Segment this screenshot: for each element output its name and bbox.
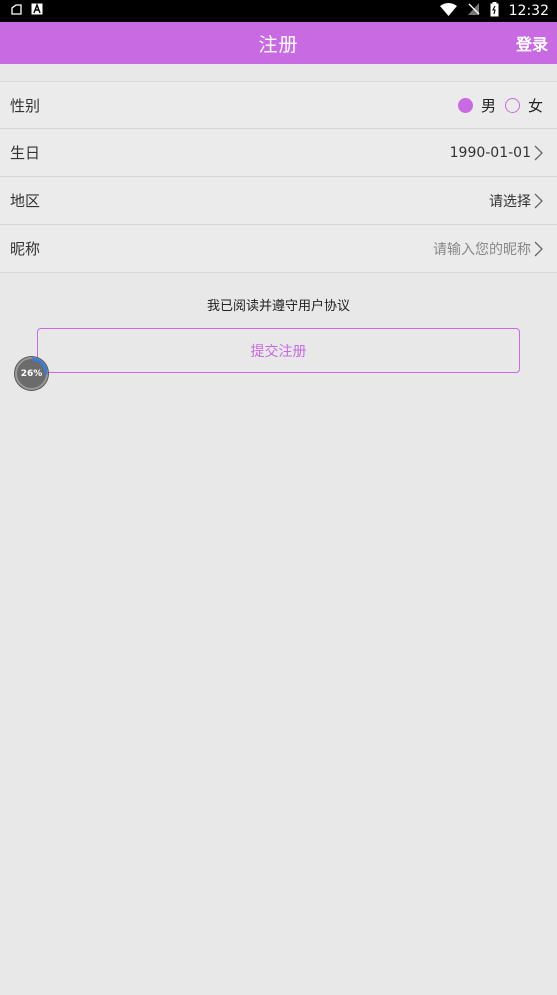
wifi-icon xyxy=(439,2,457,20)
birthday-value: 1990-01-01 xyxy=(449,144,531,161)
submit-register-button[interactable]: 提交注册 xyxy=(37,328,520,373)
birthday-label: 生日 xyxy=(10,144,41,162)
radio-male[interactable] xyxy=(457,97,473,113)
status-left xyxy=(10,3,43,20)
status-time: 12:32 xyxy=(508,3,549,19)
login-button[interactable]: 登录 xyxy=(516,22,548,64)
gender-label: 性别 xyxy=(10,96,41,115)
gender-female-label: 女 xyxy=(527,96,543,115)
radio-female[interactable] xyxy=(504,97,520,113)
nickname-label: 昵称 xyxy=(10,240,41,258)
gender-options: 男 女 xyxy=(457,95,543,116)
region-row[interactable]: 地区 请选择 xyxy=(0,177,557,225)
page-title: 注册 xyxy=(258,33,299,56)
no-sim-icon xyxy=(467,2,480,20)
app-bar: 注册 登录 xyxy=(0,22,557,64)
nickname-row[interactable]: 昵称 请输入您的昵称 xyxy=(0,225,557,273)
gender-male-label: 男 xyxy=(480,96,496,115)
gender-option-female[interactable]: 女 xyxy=(504,95,543,116)
agreement-link[interactable]: 我已阅读并遵守用户协议 xyxy=(0,295,557,314)
progress-badge[interactable]: 26% xyxy=(15,357,48,390)
notification-icon xyxy=(10,3,23,20)
nickname-value-wrap: 请输入您的昵称 xyxy=(433,239,543,259)
status-bar: 12:32 xyxy=(0,0,557,22)
battery-icon xyxy=(490,1,499,21)
region-value-wrap: 请选择 xyxy=(489,191,543,211)
register-form: 性别 男 女 生日 1990-01-01 地区 请选择 昵称 请输入您的昵称 xyxy=(0,81,557,273)
gender-option-male[interactable]: 男 xyxy=(457,95,496,116)
progress-label: 26% xyxy=(20,368,43,379)
birthday-value-wrap: 1990-01-01 xyxy=(450,145,543,161)
nickname-input[interactable]: 请输入您的昵称 xyxy=(433,239,531,259)
status-right: 12:32 xyxy=(439,1,549,21)
birthday-row[interactable]: 生日 1990-01-01 xyxy=(0,129,557,177)
a-icon xyxy=(31,3,43,19)
chevron-right-icon xyxy=(534,145,543,160)
gender-row: 性别 男 女 xyxy=(0,81,557,129)
region-label: 地区 xyxy=(10,192,41,210)
chevron-right-icon xyxy=(534,241,543,256)
region-value: 请选择 xyxy=(489,193,531,210)
chevron-right-icon xyxy=(534,193,543,208)
